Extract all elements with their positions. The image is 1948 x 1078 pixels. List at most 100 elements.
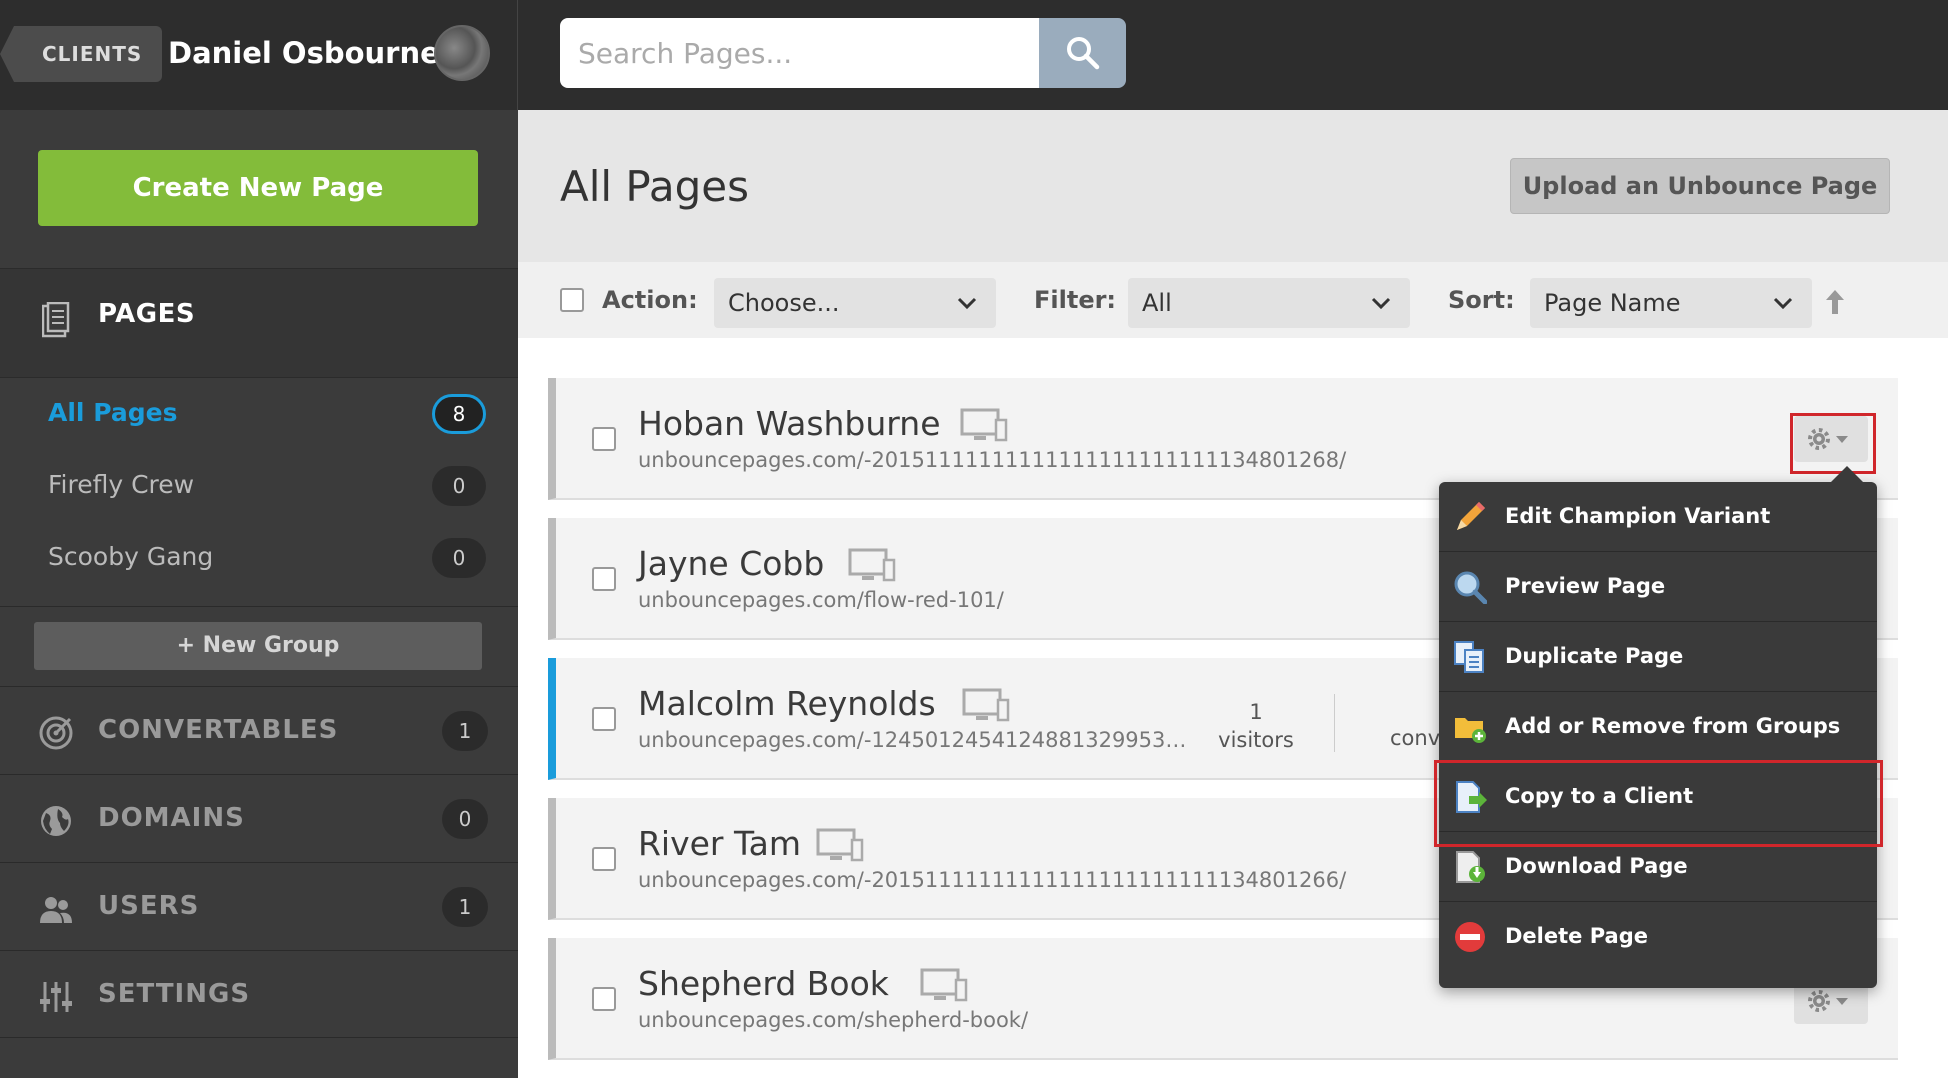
chevron-down-icon — [1371, 297, 1391, 310]
page-name[interactable]: Malcolm Reynolds — [638, 684, 936, 723]
row-checkbox[interactable] — [592, 427, 616, 451]
group-count-badge: 8 — [432, 394, 486, 434]
pages-section-header[interactable]: PAGES — [0, 268, 518, 378]
nav-item-convertables[interactable]: CONVERTABLES 1 — [0, 686, 518, 774]
chevron-down-icon — [1773, 297, 1793, 310]
stat-divider — [1334, 694, 1335, 752]
group-count-badge: 0 — [432, 466, 486, 506]
menu-label: Add or Remove from Groups — [1505, 714, 1841, 738]
page-url[interactable]: unbouncepages.com/-201511111111111111111… — [638, 448, 1346, 472]
sliders-icon — [40, 982, 72, 1012]
page-title: All Pages — [560, 162, 749, 211]
create-new-page-button[interactable]: Create New Page — [38, 150, 478, 226]
page-name[interactable]: River Tam — [638, 824, 801, 863]
menu-item-delete-page[interactable]: Delete Page — [1439, 902, 1877, 972]
row-checkbox[interactable] — [592, 847, 616, 871]
nav-item-settings[interactable]: SETTINGS — [0, 950, 518, 1038]
group-count-badge: 0 — [432, 538, 486, 578]
main-header: All Pages Upload an Unbounce Page — [518, 110, 1948, 262]
menu-item-preview-page[interactable]: Preview Page — [1439, 552, 1877, 622]
row-checkbox[interactable] — [592, 567, 616, 591]
nav-count-badge: 1 — [442, 887, 488, 927]
menu-label: Delete Page — [1505, 924, 1648, 948]
action-label: Action: — [602, 286, 698, 314]
folder-add-icon — [1455, 718, 1486, 743]
page-name[interactable]: Hoban Washburne — [638, 404, 941, 443]
pencil-icon — [1457, 502, 1485, 530]
avatar[interactable] — [434, 25, 490, 81]
duplicate-icon — [1454, 641, 1484, 673]
filter-select-value: All — [1142, 289, 1172, 317]
sort-select[interactable]: Page Name — [1530, 278, 1812, 328]
nav-count-badge: 0 — [442, 799, 488, 839]
nav-label: DOMAINS — [98, 803, 245, 833]
sort-select-value: Page Name — [1544, 289, 1681, 317]
chevron-down-icon — [957, 297, 977, 310]
delete-icon — [1455, 922, 1485, 952]
group-label: Scooby Gang — [48, 542, 214, 571]
gear-highlight-box — [1790, 413, 1876, 474]
pages-icon — [42, 302, 70, 338]
menu-label: Download Page — [1505, 854, 1688, 878]
nav-item-users[interactable]: USERS 1 — [0, 862, 518, 950]
menu-item-add-remove-groups[interactable]: Add or Remove from Groups — [1439, 692, 1877, 762]
group-list: All Pages 8 Firefly Crew 0 Scooby Gang 0 — [0, 378, 518, 594]
row-checkbox[interactable] — [592, 707, 616, 731]
group-item-scooby-gang[interactable]: Scooby Gang 0 — [0, 522, 518, 594]
row-checkbox[interactable] — [592, 987, 616, 1011]
sidebar-divider — [0, 606, 518, 607]
action-select-value: Choose... — [728, 289, 840, 317]
globe-icon — [41, 806, 71, 836]
menu-item-edit-champion-variant[interactable]: Edit Champion Variant — [1439, 482, 1877, 552]
menu-label: Edit Champion Variant — [1505, 504, 1771, 528]
select-all-checkbox[interactable] — [560, 288, 584, 312]
visitors-label: visitors — [1218, 728, 1294, 752]
group-item-all-pages[interactable]: All Pages 8 — [0, 378, 518, 450]
menu-label: Duplicate Page — [1505, 644, 1684, 668]
copy-client-highlight-box — [1434, 760, 1883, 847]
menu-item-duplicate-page[interactable]: Duplicate Page — [1439, 622, 1877, 692]
desktop-icon — [816, 828, 864, 862]
sort-label: Sort: — [1448, 286, 1515, 314]
upload-page-button[interactable]: Upload an Unbounce Page — [1510, 158, 1890, 214]
users-icon — [40, 897, 72, 923]
visitors-stat: 1 visitors — [1206, 698, 1306, 754]
magnifier-icon — [1454, 571, 1487, 604]
nav-label: USERS — [98, 891, 200, 921]
search-button[interactable] — [1039, 18, 1126, 88]
nav-count-badge: 1 — [442, 711, 488, 751]
page-url[interactable]: unbouncepages.com/-124501245412488132995… — [638, 728, 1198, 752]
page-url[interactable]: unbouncepages.com/shepherd-book/ — [638, 1008, 1028, 1032]
search-input[interactable] — [560, 18, 1040, 88]
page-url[interactable]: unbouncepages.com/-201511111111111111111… — [638, 868, 1346, 892]
nav-label: SETTINGS — [98, 979, 251, 1009]
page-name[interactable]: Jayne Cobb — [638, 544, 824, 583]
menu-label: Preview Page — [1505, 574, 1666, 598]
action-select[interactable]: Choose... — [714, 278, 996, 328]
gear-icon — [1808, 990, 1848, 1012]
filter-select[interactable]: All — [1128, 278, 1410, 328]
sort-direction-icon[interactable] — [1824, 288, 1846, 316]
nav-label: CONVERTABLES — [98, 715, 339, 745]
desktop-icon — [962, 688, 1010, 722]
group-item-firefly-crew[interactable]: Firefly Crew 0 — [0, 450, 518, 522]
desktop-icon — [848, 548, 896, 582]
group-label: All Pages — [48, 398, 178, 427]
visitors-count: 1 — [1249, 700, 1263, 724]
nav-item-domains[interactable]: DOMAINS 0 — [0, 774, 518, 862]
new-group-button[interactable]: + New Group — [34, 622, 482, 670]
pages-label: PAGES — [98, 299, 196, 329]
group-label: Firefly Crew — [48, 470, 195, 499]
desktop-icon — [960, 408, 1008, 442]
sidebar-header: CLIENTS Daniel Osbourne — [0, 0, 518, 110]
top-bar — [518, 0, 1948, 110]
target-icon — [39, 716, 73, 750]
desktop-icon — [920, 968, 968, 1002]
sidebar: CLIENTS Daniel Osbourne Create New Page … — [0, 0, 518, 1078]
page-name[interactable]: Shepherd Book — [638, 964, 889, 1003]
clients-back-button[interactable]: CLIENTS — [0, 26, 163, 82]
page-url[interactable]: unbouncepages.com/flow-red-101/ — [638, 588, 1004, 612]
download-icon — [1456, 851, 1485, 883]
filter-label: Filter: — [1034, 286, 1117, 314]
page-actions-menu: Edit Champion Variant Preview Page Dupli… — [1439, 466, 1877, 988]
